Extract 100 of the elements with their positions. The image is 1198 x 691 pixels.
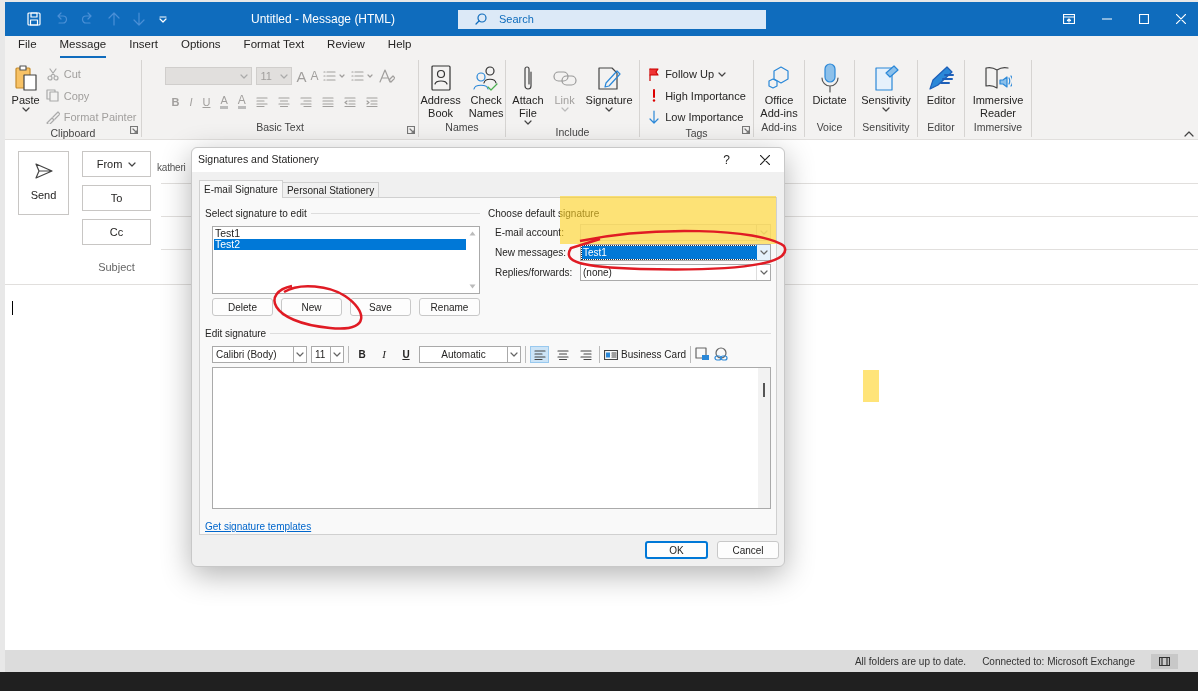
ribbon-tab[interactable]: Format Text [243,35,305,58]
scroll-up-icon [468,231,476,236]
dialog-button[interactable]: New [281,298,342,316]
scroll-down-icon [468,284,476,289]
ribbon-button[interactable]: Low Importance [647,109,746,126]
clear-formatting-icon [378,69,395,83]
ribbon-button[interactable]: Address Book [418,62,463,120]
ribbon-button[interactable]: High Importance [647,87,746,104]
paintbrush-icon [45,110,60,124]
search-icon [475,13,487,25]
color-dropdown[interactable]: Automatic [419,346,521,363]
ribbon-button[interactable]: Sensitivity [859,62,913,112]
send-button[interactable]: Send [18,151,69,215]
ribbon-button[interactable]: Follow Up [647,66,746,83]
numbering-icon [350,71,375,81]
down-arrow-icon [649,110,660,125]
group-label: Include [554,125,591,140]
ribbon-button[interactable]: Dictate [810,62,849,107]
ribbon-button[interactable]: Paste [9,62,42,112]
dialog-launcher-icon [130,126,138,134]
microphone-icon [819,63,840,93]
signature-pen-icon [596,65,623,91]
ribbon-button[interactable]: Office Add-ins [758,62,800,120]
subject-label: Subject [97,260,136,275]
chevron-down-icon [280,73,289,79]
save-icon [27,12,41,26]
ribbon-tab[interactable]: Insert [129,35,158,58]
group-label: Sensitivity [861,120,911,136]
chevron-down-icon [240,73,249,79]
underline-button[interactable]: U [397,347,415,362]
chevron-down-icon [128,161,137,167]
ribbon-button[interactable]: Attach File [510,62,546,125]
section-label: Select signature to edit [205,207,307,221]
group-label: Clipboard [49,125,97,141]
signature-dropdown[interactable]: Test1 [580,244,771,261]
increase-indent-icon [365,97,378,108]
hyperlink-icon [714,347,730,362]
field-label: New messages: [495,246,568,260]
dialog-launcher-icon [742,126,750,134]
font-dropdown[interactable]: Calibri (Body) [212,346,307,363]
to-button[interactable]: To [82,185,151,211]
close-icon [760,155,770,165]
dialog-button[interactable]: Save [350,298,411,316]
status-text: All folders are up to date. [854,654,967,669]
bold-button[interactable]: B [353,347,371,362]
ribbon-button[interactable]: Check Names [466,62,506,120]
dialog-button[interactable]: Delete [212,298,273,316]
dialog-tab[interactable]: Personal Stationery [282,182,380,198]
down-arrow-icon [133,12,145,26]
search-field[interactable]: Search [458,9,766,29]
dialog-tab[interactable]: E-mail Signature [199,180,283,198]
cc-button[interactable]: Cc [82,219,151,245]
copy-icon [46,89,60,103]
from-address: katheri [157,160,186,175]
reading-pane-icon [1159,656,1170,666]
ribbon-button[interactable]: Immersive Reader [970,62,1026,120]
paste-icon [13,64,38,92]
group-label: Names [444,120,480,136]
ok-button[interactable]: OK [645,541,708,559]
align-right-icon [299,97,312,108]
collapse-ribbon-icon [1184,131,1194,137]
italic-button[interactable]: I [375,346,393,363]
text-cursor [12,301,13,315]
group-label: Add-ins [760,120,798,136]
group-label: Basic Text [255,120,305,136]
decrease-indent-icon [343,97,356,108]
templates-link[interactable]: Get signature templates [205,519,312,534]
align-center-icon [556,349,569,360]
font-size-dropdown[interactable]: 11 [311,346,344,363]
align-center-icon [277,97,290,108]
chevron-down-icon [759,270,768,275]
window-title: Untitled - Message (HTML) [251,11,396,28]
from-button[interactable]: From [82,151,151,177]
flag-icon [648,67,661,81]
editor-pen-icon [927,65,955,91]
dialog-title: Signatures and Stationery [198,152,320,168]
chevron-down-icon [718,71,727,77]
signature-item[interactable]: Test1 [214,228,466,239]
up-arrow-icon [108,12,120,26]
align-button[interactable] [530,346,549,363]
help-button[interactable]: ? [723,151,730,169]
send-icon [34,162,53,179]
scrollbar-thumb[interactable] [763,383,765,397]
reader-speaker-icon [984,65,1012,91]
group-label: Immersive [972,120,1024,136]
ribbon-button[interactable]: Editor [924,62,958,107]
ribbon-button[interactable]: Signature [583,62,635,112]
signature-item[interactable]: Test2 [214,239,466,250]
business-card-button[interactable]: Business Card [604,347,687,362]
ribbon-tab[interactable]: Help [387,35,412,58]
chevron-down-icon [333,352,341,357]
dialog-button[interactable]: Rename [419,298,480,316]
chevron-down-icon [21,107,30,112]
align-left-icon [533,349,546,360]
chevron-down-icon [523,120,532,125]
ribbon-tab[interactable]: File [18,35,37,58]
cancel-button[interactable]: Cancel [717,541,779,559]
ribbon-tab[interactable]: Options [180,35,221,58]
ribbon-tab[interactable]: Review [327,35,365,58]
status-text: Connected to: Microsoft Exchange [982,654,1135,669]
